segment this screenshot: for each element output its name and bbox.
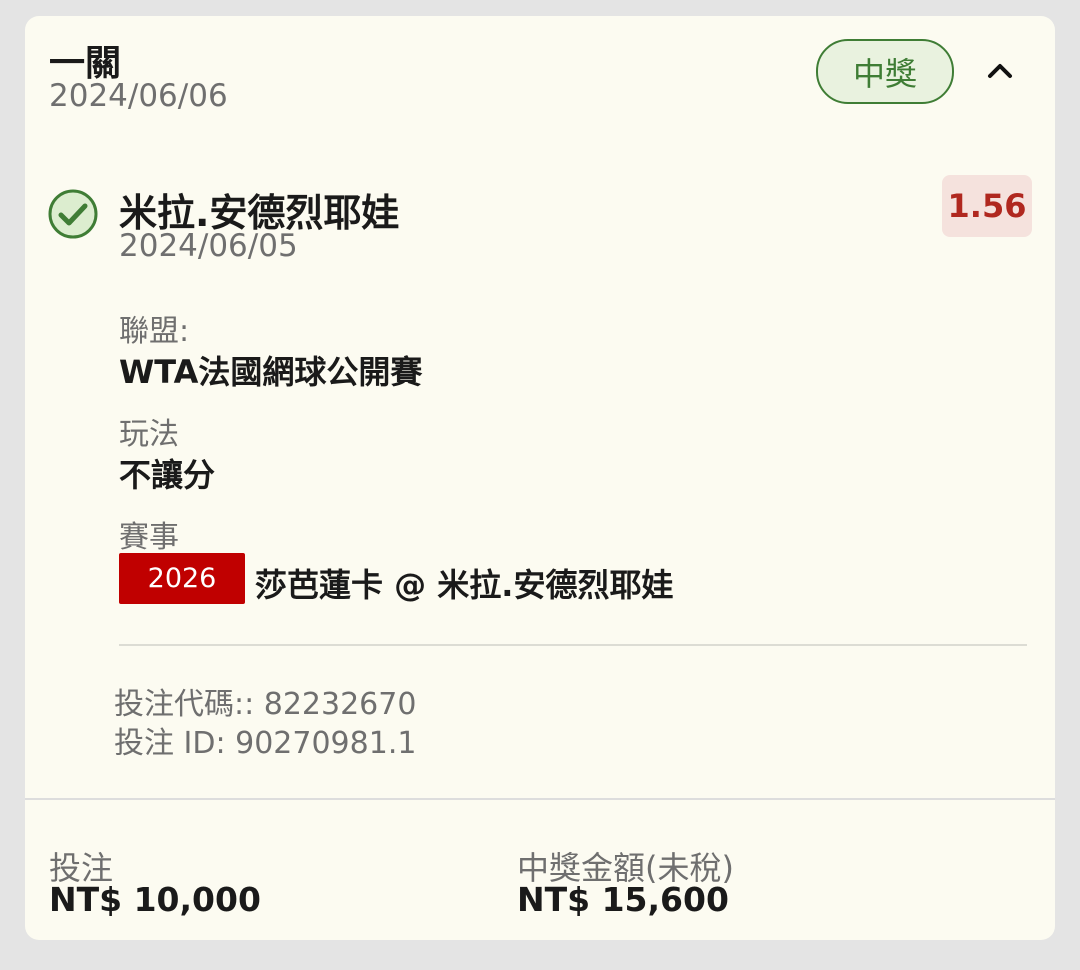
market-value: 不讓分	[119, 456, 216, 494]
payout-value: NT$ 15,600	[517, 880, 729, 919]
check-circle-icon	[48, 189, 98, 239]
bet-id: 投注 ID: 90270981.1	[114, 726, 417, 761]
bet-card: 一關 2024/06/06 中獎 米拉.安德烈耶娃 2024/06/05 1.5…	[25, 16, 1055, 940]
footer-divider	[25, 798, 1055, 800]
status-badge-label: 中獎	[852, 54, 917, 93]
event-id-badge: 2026	[119, 553, 245, 604]
league-label: 聯盟:	[119, 314, 190, 349]
bet-date: 2024/06/06	[49, 78, 228, 114]
chevron-up-icon	[988, 64, 1012, 78]
event-name: 莎芭蓮卡 @ 米拉.安德烈耶娃	[255, 566, 674, 604]
market-label: 玩法	[119, 417, 179, 452]
stake-value: NT$ 10,000	[49, 880, 261, 919]
league-value: WTA法國網球公開賽	[119, 353, 423, 391]
status-badge: 中獎	[816, 39, 954, 104]
collapse-button[interactable]	[980, 50, 1020, 90]
event-id: 2026	[147, 563, 217, 594]
odds-value: 1.56	[947, 187, 1027, 225]
selection-date: 2024/06/05	[119, 228, 298, 264]
divider	[119, 644, 1027, 646]
bet-code: 投注代碼:: 82232670	[114, 687, 417, 722]
odds-badge: 1.56	[942, 175, 1032, 237]
event-label: 賽事	[119, 520, 179, 555]
